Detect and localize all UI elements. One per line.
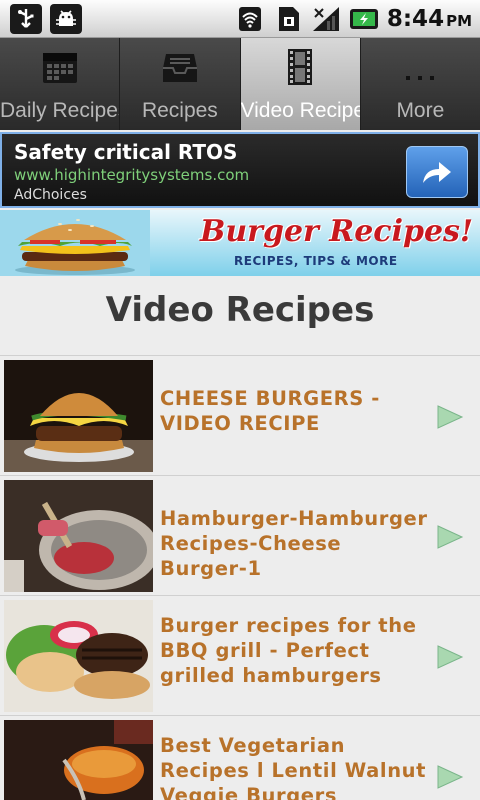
status-bar: 8:44 PM — [0, 0, 480, 38]
tab-label: More — [396, 99, 445, 122]
tab-label: Recipes — [141, 99, 218, 122]
inbox-icon — [162, 54, 197, 82]
ad-title: Safety critical RTOS — [14, 140, 238, 164]
banner-title: Burger Recipes! — [200, 214, 474, 249]
ad-choices-link[interactable]: AdChoices — [14, 187, 87, 203]
promo-banner[interactable]: Burger Recipes! RECIPES, TIPS & MORE — [0, 210, 480, 276]
tab-video-recipes[interactable]: Video Recipes — [240, 38, 361, 130]
video-thumbnail — [4, 360, 153, 472]
video-item-hamburger-recipes[interactable]: Hamburger-Hamburger Recipes-Cheese Burge… — [0, 475, 480, 595]
video-list: CHEESE BURGERS - VIDEO RECIPE Hamburger-… — [0, 355, 480, 800]
tab-more[interactable]: More — [360, 38, 480, 130]
tab-daily-recipes[interactable]: Daily Recipes — [0, 38, 121, 130]
ad-url: www.highintegritysystems.com — [14, 166, 250, 184]
battery-charging-icon — [349, 4, 379, 34]
tab-label: Daily Recipes — [0, 99, 121, 122]
usb-icon — [10, 4, 42, 34]
clock-ampm: PM — [446, 12, 472, 30]
share-arrow-icon — [423, 162, 451, 183]
signal-icon — [311, 4, 341, 34]
ad-banner[interactable]: Safety critical RTOS www.highintegritysy… — [0, 132, 480, 208]
wifi-icon — [235, 4, 265, 34]
clock-time: 8:44 — [386, 6, 445, 32]
page-title: Video Recipes — [105, 290, 375, 330]
sim-icon — [273, 4, 303, 34]
video-item-cheese-burgers[interactable]: CHEESE BURGERS - VIDEO RECIPE — [0, 355, 480, 475]
calendar-icon — [42, 53, 77, 83]
burger-image — [0, 210, 150, 276]
tab-bar: Daily Recipes Recipes Video Recipes More — [0, 38, 480, 130]
video-title: Hamburger-Hamburger Recipes-Cheese Burge… — [160, 507, 428, 580]
video-title: Burger recipes for the BBQ grill - Perfe… — [160, 614, 417, 687]
video-item-bbq-grill-burgers[interactable]: Burger recipes for the BBQ grill - Perfe… — [0, 595, 480, 715]
video-thumbnail — [4, 720, 153, 800]
play-arrow-icon[interactable] — [436, 644, 464, 670]
play-arrow-icon[interactable] — [436, 404, 464, 430]
tab-label: Video Recipes — [240, 99, 360, 122]
play-arrow-icon[interactable] — [436, 524, 464, 550]
more-dots-icon — [406, 76, 435, 80]
video-item-vegetarian-burgers[interactable]: Best Vegetarian Recipes l Lentil Walnut … — [0, 715, 480, 800]
banner-subtitle: RECIPES, TIPS & MORE — [234, 254, 398, 268]
status-clock: 8:44 PM — [387, 6, 472, 32]
video-title: CHEESE BURGERS - VIDEO RECIPE — [160, 387, 381, 435]
video-thumbnail — [4, 480, 153, 592]
video-title: Best Vegetarian Recipes l Lentil Walnut … — [160, 734, 427, 800]
video-thumbnail — [4, 600, 153, 712]
play-arrow-icon[interactable] — [436, 764, 464, 790]
ad-open-button[interactable] — [406, 146, 468, 198]
film-icon — [288, 49, 313, 85]
android-debug-icon — [50, 4, 82, 34]
tab-recipes[interactable]: Recipes — [120, 38, 241, 130]
